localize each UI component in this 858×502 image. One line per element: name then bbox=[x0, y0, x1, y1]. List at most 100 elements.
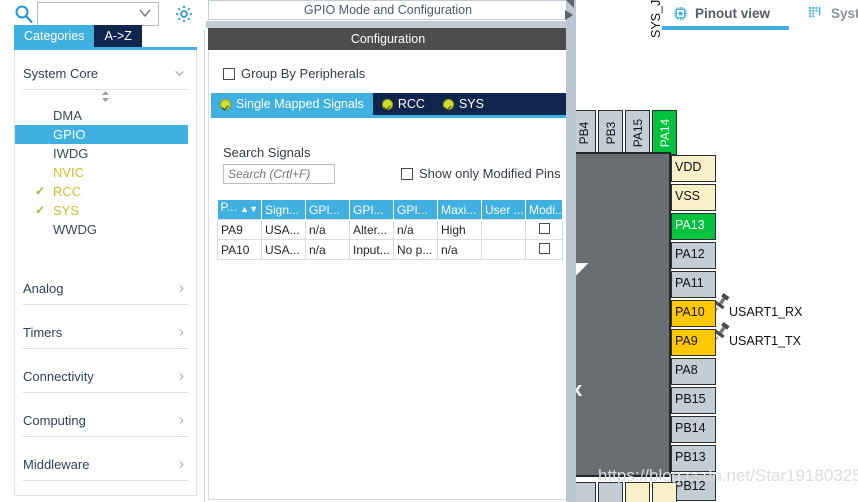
search-icon[interactable] bbox=[14, 4, 34, 24]
chip-body[interactable]: ◤ x bbox=[576, 152, 671, 477]
search-combo[interactable] bbox=[37, 2, 159, 26]
search-signals-label: Search Signals bbox=[223, 145, 310, 160]
pin-bottom-3[interactable] bbox=[625, 482, 650, 502]
sidebar-item-nvic[interactable]: NVIC bbox=[15, 163, 196, 182]
tab-label: Single Mapped Signals bbox=[236, 93, 364, 115]
group-header-timers[interactable]: Timers bbox=[23, 317, 188, 349]
chip-right-pin-column: VDD VSS PA13 SYS_JTMS-SWDIO PA12 PA11 PA… bbox=[671, 155, 716, 502]
chip-icon bbox=[673, 6, 688, 21]
table-header-row: P... ▲▼ Sign... GPI... GPI... GPI... Max… bbox=[218, 200, 563, 220]
check-icon: ✓ bbox=[35, 201, 45, 220]
group-by-peripherals-checkbox[interactable]: Group By Peripherals bbox=[223, 66, 365, 81]
chevron-right-icon[interactable] bbox=[179, 282, 188, 295]
checkbox-box[interactable] bbox=[539, 223, 550, 234]
pin-pa15[interactable]: PA15 bbox=[625, 110, 650, 155]
cell-gpio-3: n/a bbox=[394, 220, 438, 240]
chevron-down-icon[interactable] bbox=[139, 9, 151, 18]
group-title: Analog bbox=[23, 281, 63, 296]
pin-bottom-4[interactable] bbox=[652, 482, 677, 502]
chevron-right-icon[interactable] bbox=[179, 326, 188, 339]
sidebar-item-wwdg[interactable]: WWDG bbox=[15, 220, 196, 239]
search-input[interactable] bbox=[38, 3, 136, 23]
sidebar-item-gpio[interactable]: GPIO bbox=[15, 125, 188, 144]
tab-pinout-view[interactable]: Pinout view bbox=[673, 0, 770, 26]
tab-categories[interactable]: Categories bbox=[14, 25, 94, 47]
show-only-modified-pins-checkbox[interactable]: Show only Modified Pins bbox=[401, 166, 561, 181]
splitter-collapse-arrows-icon[interactable] bbox=[561, 0, 577, 26]
column-header-gpio-3[interactable]: GPI... bbox=[394, 200, 438, 220]
pin-pb14[interactable]: PB14 bbox=[671, 416, 716, 443]
pin-vss[interactable]: VSS bbox=[671, 184, 716, 211]
pin-pb12[interactable]: PB12 bbox=[671, 474, 716, 501]
column-header-maximum[interactable]: Maxi... bbox=[438, 200, 482, 220]
checkbox-box[interactable] bbox=[401, 168, 413, 180]
cell-user bbox=[482, 220, 526, 240]
component-configuration-panel: GPIO Mode and Configuration Configuratio… bbox=[206, 0, 578, 502]
cell-signal: USA... bbox=[262, 240, 306, 260]
configuration-header: Configuration bbox=[208, 28, 568, 50]
column-label: P... bbox=[221, 200, 237, 214]
sidebar-item-iwdg[interactable]: IWDG bbox=[15, 144, 196, 163]
column-label: Sign... bbox=[265, 203, 299, 217]
cell-maximum: High bbox=[438, 220, 482, 240]
tab-single-mapped-signals[interactable]: Single Mapped Signals bbox=[211, 93, 373, 115]
tab-sys[interactable]: SYS bbox=[434, 93, 493, 115]
pin-label: PA8 bbox=[675, 363, 698, 377]
pin-bottom-2[interactable] bbox=[598, 482, 623, 502]
cell-modified[interactable] bbox=[526, 220, 563, 240]
group-header-middleware[interactable]: Middleware bbox=[23, 449, 188, 481]
pin-pa14[interactable]: PA14 bbox=[652, 110, 677, 155]
cell-signal: USA... bbox=[262, 220, 306, 240]
pin-pb15[interactable]: PB15 bbox=[671, 387, 716, 414]
cell-modified[interactable] bbox=[526, 240, 563, 260]
tab-system-view[interactable]: Syste bbox=[809, 0, 858, 26]
column-label: User ... bbox=[485, 203, 524, 217]
column-header-gpio-2[interactable]: GPI... bbox=[350, 200, 394, 220]
sidebar-item-rcc[interactable]: ✓ RCC bbox=[15, 182, 196, 201]
pin-pb4[interactable]: PB4 bbox=[576, 110, 596, 155]
tab-rcc[interactable]: RCC bbox=[373, 93, 434, 115]
group-header-connectivity[interactable]: Connectivity bbox=[23, 361, 188, 393]
pin-pb13[interactable]: PB13 bbox=[671, 445, 716, 472]
table-row[interactable]: PA10 USA... n/a Input... No p... n/a bbox=[218, 240, 563, 260]
table-row[interactable]: PA9 USA... n/a Alter... n/a High bbox=[218, 220, 563, 240]
chevron-right-icon[interactable] bbox=[179, 370, 188, 383]
pin-signal-label: SYS_JTMS-SWDIO bbox=[729, 218, 858, 232]
group-header-computing[interactable]: Computing bbox=[23, 405, 188, 437]
chevron-down-icon[interactable] bbox=[175, 69, 188, 78]
column-header-modified[interactable]: Modi... bbox=[526, 200, 563, 220]
sidebar-item-label: NVIC bbox=[53, 165, 84, 180]
sidebar-item-sys[interactable]: ✓ SYS bbox=[15, 201, 196, 220]
pin-pa13[interactable]: PA13 SYS_JTMS-SWDIO bbox=[671, 213, 716, 240]
chevron-right-icon[interactable] bbox=[179, 414, 188, 427]
column-label: GPI... bbox=[309, 203, 340, 217]
group-header-analog[interactable]: Analog bbox=[23, 273, 188, 305]
chevron-right-icon[interactable] bbox=[179, 458, 188, 471]
pin-pb3[interactable]: PB3 bbox=[598, 110, 623, 155]
panel-splitter[interactable] bbox=[566, 0, 576, 502]
pin-bottom-1[interactable] bbox=[576, 482, 596, 502]
cell-gpio-3: No p... bbox=[394, 240, 438, 260]
pin-vdd[interactable]: VDD bbox=[671, 155, 716, 182]
group-header-system-core[interactable]: System Core bbox=[23, 58, 188, 90]
tab-a-to-z[interactable]: A->Z bbox=[94, 25, 141, 47]
pin-label: PA11 bbox=[675, 276, 704, 290]
checkbox-box[interactable] bbox=[539, 243, 550, 254]
pin-pa9[interactable]: PA9 USART1_TX bbox=[671, 329, 716, 356]
scroll-updown-icon[interactable] bbox=[15, 90, 196, 106]
gear-icon[interactable] bbox=[173, 3, 195, 25]
column-header-user[interactable]: User ... bbox=[482, 200, 526, 220]
column-header-gpio-1[interactable]: GPI... bbox=[306, 200, 350, 220]
checkbox-box[interactable] bbox=[223, 68, 235, 80]
system-view-icon bbox=[809, 7, 824, 20]
cell-maximum: n/a bbox=[438, 240, 482, 260]
sort-indicator-icon[interactable]: ▲▼ bbox=[240, 200, 258, 219]
column-header-pin[interactable]: P... ▲▼ bbox=[218, 200, 262, 220]
column-header-signal[interactable]: Sign... bbox=[262, 200, 306, 220]
signal-search-input[interactable] bbox=[223, 164, 335, 184]
pin-label: PB3 bbox=[604, 121, 618, 144]
sidebar-item-dma[interactable]: DMA bbox=[15, 106, 196, 125]
cell-gpio-1: n/a bbox=[306, 220, 350, 240]
pin-pa12[interactable]: PA12 bbox=[671, 242, 716, 269]
pin-pa8[interactable]: PA8 bbox=[671, 358, 716, 385]
